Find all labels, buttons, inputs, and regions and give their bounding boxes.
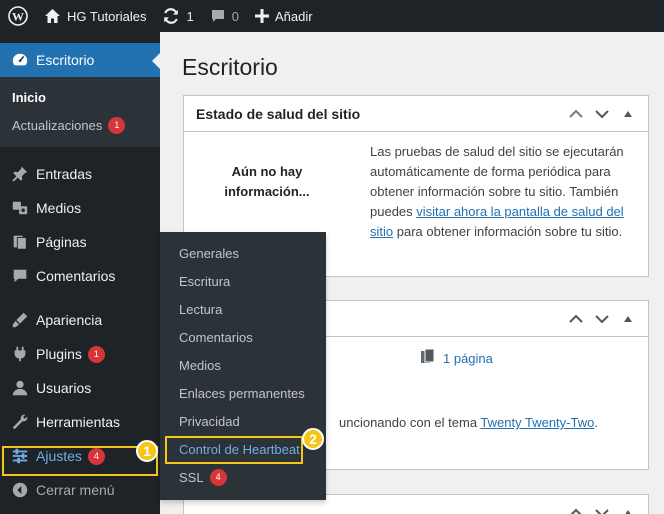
theme-text: uncionando con el tema xyxy=(339,415,481,430)
heartbeat-highlight-box xyxy=(165,436,303,464)
menu-apariencia-label: Apariencia xyxy=(36,312,103,328)
svg-text:W: W xyxy=(12,10,24,24)
comments-count: 0 xyxy=(231,8,239,24)
page-title: Escritorio xyxy=(182,54,278,80)
health-desc-end: para obtener información sobre tu sitio. xyxy=(393,224,623,239)
site-name: HG Tutoriales xyxy=(67,8,147,24)
dashboard-submenu: Inicio Actualizaciones 1 xyxy=(0,77,160,147)
glance-pages-item[interactable]: 1 página xyxy=(421,348,493,368)
flyout-lectura-label: Lectura xyxy=(179,301,223,317)
comment-bubble-icon xyxy=(210,8,226,24)
updates-link[interactable]: 1 xyxy=(154,0,201,32)
menu-dashboard[interactable]: Escritorio xyxy=(0,43,160,77)
move-up-icon[interactable] xyxy=(563,314,589,324)
menu-plugins[interactable]: Plugins 1 xyxy=(0,337,160,371)
step-1-callout: 1 xyxy=(136,440,158,462)
theme-link[interactable]: Twenty Twenty-Two xyxy=(480,415,594,430)
ajustes-highlight-box xyxy=(2,446,158,476)
menu-comentarios-label: Comentarios xyxy=(36,268,116,284)
wordpress-logo-icon[interactable]: W xyxy=(0,0,36,32)
move-down-icon[interactable] xyxy=(589,109,615,119)
plugin-icon xyxy=(10,344,30,364)
users-icon xyxy=(10,378,30,398)
flyout-medios-label: Medios xyxy=(179,357,221,373)
menu-entradas[interactable]: Entradas xyxy=(0,157,160,191)
menu-usuarios-label: Usuarios xyxy=(36,380,92,396)
health-description: Las pruebas de salud del sitio se ejecut… xyxy=(370,142,632,242)
move-down-icon[interactable] xyxy=(589,314,615,324)
move-down-icon[interactable] xyxy=(589,508,615,514)
flyout-privacidad[interactable]: Privacidad xyxy=(160,407,326,435)
flyout-ssl-label: SSL xyxy=(179,469,204,485)
flyout-ssl[interactable]: SSL 4 xyxy=(160,463,326,491)
pages-icon xyxy=(10,232,30,252)
menu-comentarios[interactable]: Comentarios xyxy=(0,259,160,293)
submenu-inicio-label: Inicio xyxy=(12,89,46,105)
flyout-escritura[interactable]: Escritura xyxy=(160,267,326,295)
plus-icon xyxy=(254,9,269,23)
dashboard-icon xyxy=(10,50,30,70)
step-2-callout: 2 xyxy=(302,428,324,450)
appearance-icon xyxy=(10,310,30,330)
submenu-inicio[interactable]: Inicio xyxy=(0,83,160,111)
updates-count: 1 xyxy=(186,8,194,24)
flyout-comentarios[interactable]: Comentarios xyxy=(160,323,326,351)
menu-apariencia[interactable]: Apariencia xyxy=(0,303,160,337)
pin-icon xyxy=(10,164,30,184)
menu-herramientas-label: Herramientas xyxy=(36,414,121,430)
menu-entradas-label: Entradas xyxy=(36,166,93,182)
new-content-link[interactable]: Añadir xyxy=(247,0,321,32)
admin-sidebar: Escritorio Inicio Actualizaciones 1 Entra… xyxy=(0,32,160,514)
glance-pages-link[interactable]: 1 página xyxy=(443,351,493,366)
submenu-actualizaciones-label: Actualizaciones xyxy=(12,117,103,133)
plugins-update-badge: 1 xyxy=(87,345,105,363)
widget-controls xyxy=(563,301,641,337)
flyout-escritura-label: Escritura xyxy=(179,273,231,289)
collapse-widget-icon[interactable] xyxy=(615,315,641,323)
collapse-menu-button[interactable]: Cerrar menú xyxy=(0,473,160,507)
menu-dashboard-label: Escritorio xyxy=(36,52,95,68)
comments-link[interactable]: 0 xyxy=(202,0,247,32)
collapse-menu-label: Cerrar menú xyxy=(36,482,115,498)
collapse-widget-icon[interactable] xyxy=(615,110,641,118)
updates-icon xyxy=(162,7,180,25)
menu-paginas[interactable]: Páginas xyxy=(0,225,160,259)
flyout-privacidad-label: Privacidad xyxy=(179,413,240,429)
menu-plugins-label: Plugins xyxy=(36,346,82,362)
menu-medios-label: Medios xyxy=(36,200,82,216)
menu-paginas-label: Páginas xyxy=(36,234,87,250)
flyout-enlaces-permanentes[interactable]: Enlaces permanentes xyxy=(160,379,326,407)
glance-theme-line: uncionando con el tema Twenty Twenty-Two… xyxy=(339,415,598,430)
submenu-actualizaciones[interactable]: Actualizaciones 1 xyxy=(0,111,160,139)
admin-bar: W HG Tutoriales 1 0 Añadir xyxy=(0,0,664,32)
flyout-generales[interactable]: Generales xyxy=(160,239,326,267)
tools-icon xyxy=(10,412,30,432)
menu-usuarios[interactable]: Usuarios xyxy=(0,371,160,405)
new-content-label: Añadir xyxy=(274,8,313,24)
theme-end: . xyxy=(594,415,598,430)
collapse-arrow-icon xyxy=(10,480,30,500)
menu-medios[interactable]: Medios xyxy=(0,191,160,225)
flyout-lectura[interactable]: Lectura xyxy=(160,295,326,323)
comment-icon xyxy=(10,266,30,286)
flyout-medios[interactable]: Medios xyxy=(160,351,326,379)
flyout-comentarios-label: Comentarios xyxy=(179,329,253,345)
collapse-widget-icon[interactable] xyxy=(615,509,641,514)
home-icon xyxy=(44,8,61,24)
widget-controls xyxy=(563,495,641,514)
health-empty-state: Aún no hay información... xyxy=(224,164,310,199)
update-count-badge: 1 xyxy=(108,116,126,134)
widget-controls xyxy=(563,96,641,132)
pages-icon xyxy=(421,348,435,368)
ssl-badge: 4 xyxy=(209,468,227,486)
site-name-link[interactable]: HG Tutoriales xyxy=(36,0,154,32)
menu-herramientas[interactable]: Herramientas xyxy=(0,405,160,439)
move-up-icon[interactable] xyxy=(563,508,589,514)
move-up-icon[interactable] xyxy=(563,109,589,119)
flyout-generales-label: Generales xyxy=(179,245,239,261)
flyout-enlaces-label: Enlaces permanentes xyxy=(179,385,305,401)
media-icon xyxy=(10,198,30,218)
